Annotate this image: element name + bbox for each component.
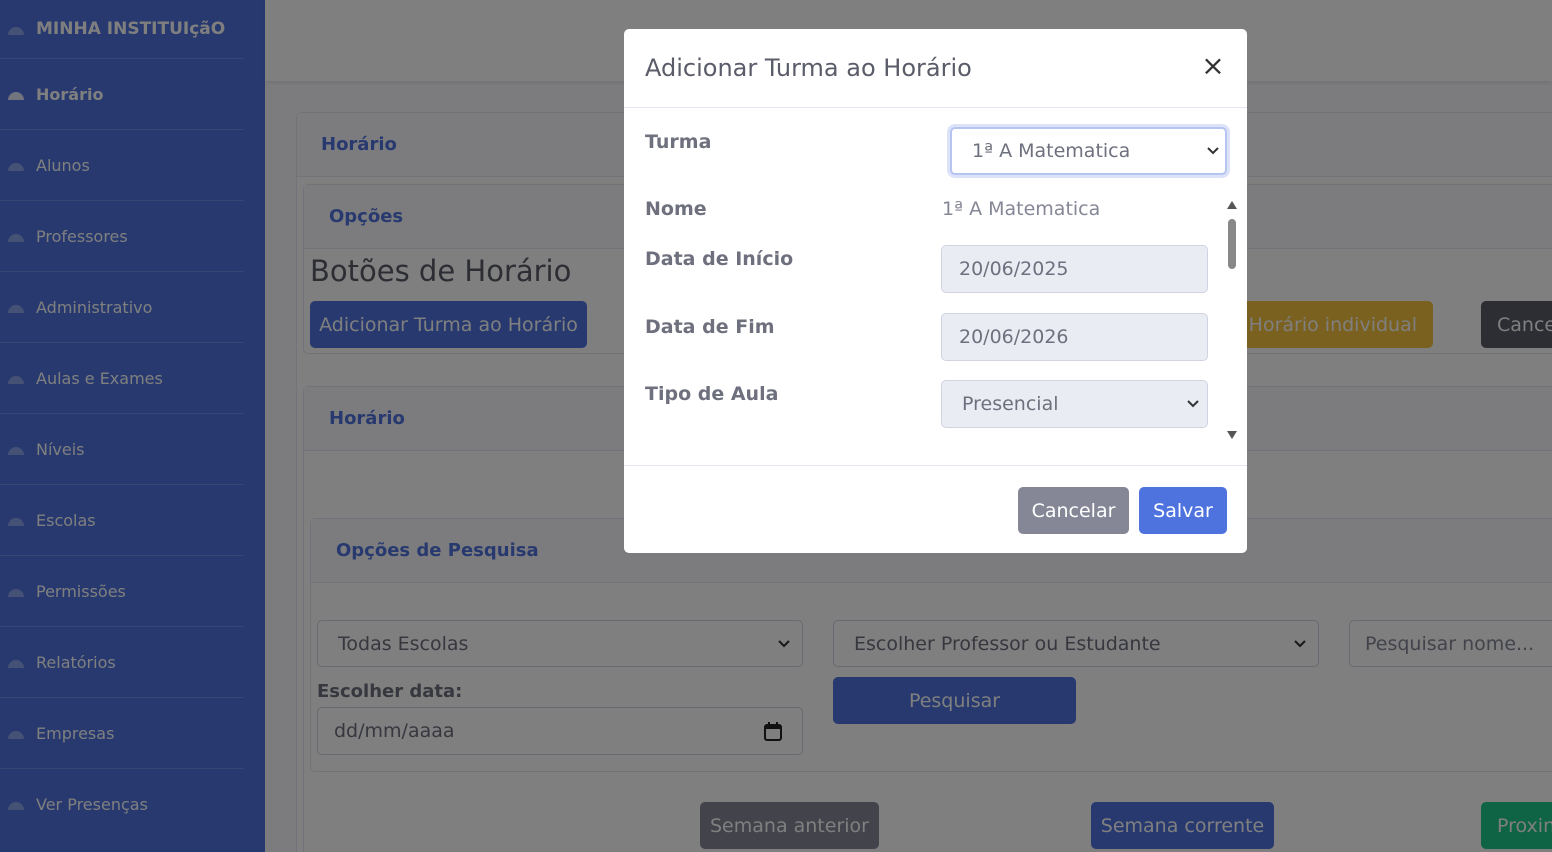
tipo-select-value: Presencial	[962, 393, 1059, 415]
inicio-label: Data de Início	[645, 248, 794, 270]
cancel-button[interactable]: Cancelar	[1018, 487, 1129, 534]
close-icon[interactable]: ×	[1199, 49, 1227, 82]
nome-label: Nome	[645, 198, 707, 220]
modal-title: Adicionar Turma ao Horário	[645, 54, 972, 82]
scroll-up-icon[interactable]	[1227, 201, 1237, 209]
add-class-modal: Adicionar Turma ao Horário × Turma 1ª A …	[624, 29, 1247, 553]
fim-field[interactable]: 20/06/2026	[941, 313, 1208, 361]
save-button[interactable]: Salvar	[1139, 487, 1227, 534]
turma-select[interactable]: 1ª A Matematica	[950, 127, 1227, 175]
turma-label: Turma	[645, 131, 712, 153]
modal-header: Adicionar Turma ao Horário ×	[624, 29, 1247, 108]
chevron-down-icon	[1187, 400, 1199, 408]
turma-select-value: 1ª A Matematica	[972, 140, 1131, 162]
fim-label: Data de Fim	[645, 316, 775, 338]
scrollbar-thumb[interactable]	[1228, 219, 1236, 269]
modal-scrollbar[interactable]	[1226, 201, 1238, 441]
scroll-down-icon[interactable]	[1227, 431, 1237, 439]
modal-footer: Cancelar Salvar	[624, 465, 1247, 553]
inicio-field[interactable]: 20/06/2025	[941, 245, 1208, 293]
chevron-down-icon	[1207, 147, 1219, 155]
tipo-select[interactable]: Presencial	[941, 380, 1208, 428]
tipo-label: Tipo de Aula	[645, 383, 779, 405]
nome-value: 1ª A Matematica	[942, 198, 1101, 220]
